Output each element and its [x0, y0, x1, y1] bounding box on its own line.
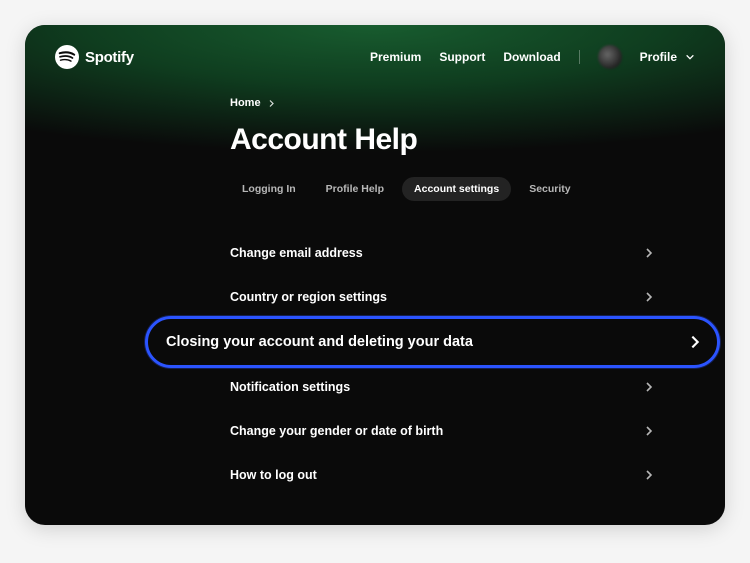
chevron-right-icon [643, 381, 655, 393]
list-item-label: Closing your account and deleting your d… [166, 334, 473, 350]
main-content: Home Account Help Logging In Profile Hel… [55, 97, 695, 497]
tab-security[interactable]: Security [517, 177, 582, 201]
nav-premium[interactable]: Premium [370, 50, 421, 64]
chevron-right-icon [643, 291, 655, 303]
item-gender-dob[interactable]: Change your gender or date of birth [230, 409, 655, 453]
tab-profile-help[interactable]: Profile Help [314, 177, 396, 201]
avatar[interactable] [598, 45, 622, 69]
chevron-down-icon [685, 52, 695, 62]
chevron-right-icon [643, 469, 655, 481]
list-item-label: Country or region settings [230, 290, 387, 304]
breadcrumb-home[interactable]: Home [230, 97, 261, 109]
list-item-label: Notification settings [230, 380, 350, 394]
chevron-right-icon [643, 425, 655, 437]
page-title: Account Help [230, 123, 655, 157]
spotify-logo[interactable]: Spotify [55, 45, 134, 69]
item-notification-settings[interactable]: Notification settings [230, 365, 655, 409]
nav-profile-label: Profile [640, 50, 677, 64]
spotify-icon [55, 45, 79, 69]
list-item-label: How to log out [230, 468, 317, 482]
nav-download[interactable]: Download [503, 50, 560, 64]
settings-list: Change email address Country or region s… [230, 231, 655, 497]
tab-logging-in[interactable]: Logging In [230, 177, 308, 201]
item-change-email[interactable]: Change email address [230, 231, 655, 275]
nav-divider [579, 50, 580, 64]
breadcrumb[interactable]: Home [230, 97, 655, 109]
list-item-label: Change email address [230, 246, 363, 260]
top-nav: Premium Support Download Profile [370, 45, 695, 69]
list-item-label: Change your gender or date of birth [230, 424, 443, 438]
brand-name: Spotify [85, 49, 134, 66]
chevron-right-icon [687, 334, 703, 350]
item-country-region[interactable]: Country or region settings [230, 275, 655, 319]
tab-account-settings[interactable]: Account settings [402, 177, 511, 201]
tabs: Logging In Profile Help Account settings… [230, 177, 655, 201]
chevron-right-icon [643, 247, 655, 259]
item-logout[interactable]: How to log out [230, 453, 655, 497]
nav-support[interactable]: Support [439, 50, 485, 64]
item-close-account[interactable]: Closing your account and deleting your d… [230, 319, 655, 365]
chevron-right-icon [267, 99, 276, 108]
header: Spotify Premium Support Download Profile [55, 45, 695, 69]
profile-menu[interactable]: Profile [640, 50, 695, 64]
